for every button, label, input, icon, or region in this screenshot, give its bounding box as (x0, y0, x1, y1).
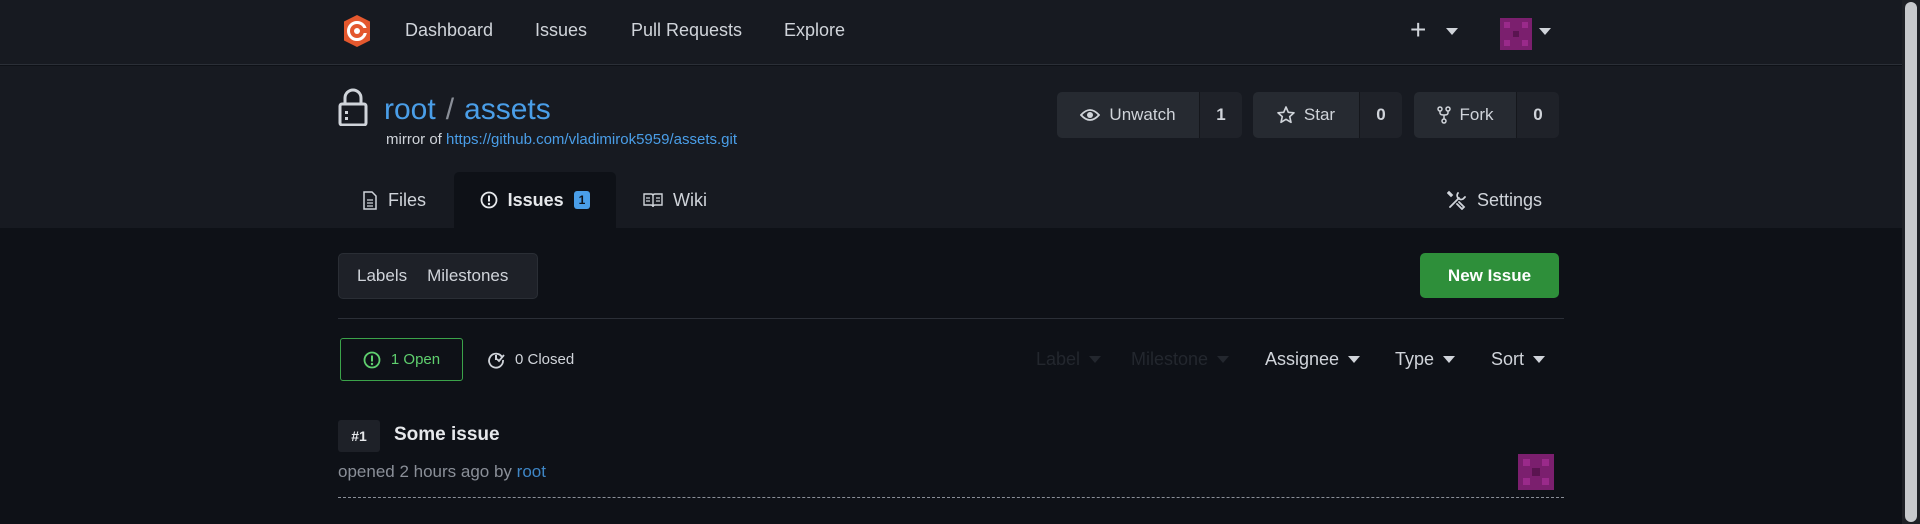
labels-milestones-nav: Labels Milestones (338, 253, 538, 299)
top-navbar: Dashboard Issues Pull Requests Explore + (0, 0, 1902, 65)
mirror-label: mirror of (386, 131, 442, 148)
gitea-logo-icon[interactable] (340, 14, 374, 48)
milestone-filter-dropdown[interactable]: Milestone (1131, 349, 1230, 370)
fork-button-group: Fork 0 (1414, 92, 1559, 138)
tab-issues-label: Issues (507, 189, 564, 210)
repo-owner-link[interactable]: root (384, 93, 436, 126)
chevron-down-icon (1089, 356, 1102, 363)
open-issues-filter[interactable]: 1 Open (340, 338, 463, 381)
tab-wiki-label: Wiki (673, 189, 707, 210)
book-icon (643, 193, 663, 208)
star-icon (1277, 106, 1295, 124)
tab-files[interactable]: Files (362, 172, 426, 228)
tab-settings[interactable]: Settings (1447, 172, 1542, 228)
tab-wiki[interactable]: Wiki (643, 172, 707, 228)
closed-count-label: 0 Closed (515, 351, 575, 368)
user-avatar[interactable] (1500, 18, 1532, 50)
labels-link[interactable]: Labels (339, 266, 425, 286)
issue-number: #1 (338, 420, 380, 452)
sort-text: Sort (1491, 349, 1525, 369)
create-new-plus-icon[interactable]: + (1410, 16, 1426, 44)
milestone-filter-text: Milestone (1131, 349, 1209, 369)
mirror-info: mirror of https://github.com/vladimirok5… (386, 131, 737, 148)
issue-title-link[interactable]: Some issue (394, 424, 500, 446)
nav-dashboard[interactable]: Dashboard (405, 20, 493, 41)
chevron-down-icon (1217, 356, 1230, 363)
mirror-url-link[interactable]: https://github.com/vladimirok5959/assets… (446, 131, 737, 148)
repo-title: root / assets (384, 93, 551, 127)
tools-icon (1447, 190, 1466, 210)
chevron-down-icon (1348, 356, 1361, 363)
chevron-down-icon (1443, 356, 1456, 363)
label-filter-dropdown[interactable]: Label (1036, 349, 1102, 370)
sort-dropdown[interactable]: Sort (1491, 349, 1546, 370)
new-issue-button[interactable]: New Issue (1420, 253, 1559, 298)
closed-issues-filter[interactable]: 0 Closed (487, 338, 574, 381)
tab-settings-label: Settings (1477, 189, 1543, 210)
forks-count[interactable]: 0 (1516, 92, 1559, 138)
issue-opened-icon (480, 191, 498, 209)
fork-button[interactable]: Fork (1414, 92, 1516, 138)
repo-header: root / assets mirror of https://github.com… (0, 66, 1902, 228)
repo-title-separator: / (445, 93, 455, 126)
eye-icon (1080, 109, 1101, 121)
issue-opened-icon (363, 351, 381, 368)
issue-closed-icon (488, 352, 505, 368)
unwatch-label: Unwatch (1109, 105, 1176, 124)
tab-files-label: Files (388, 189, 427, 210)
chevron-down-icon (1533, 356, 1546, 363)
stars-count[interactable]: 0 (1359, 92, 1402, 138)
fork-label: Fork (1459, 105, 1494, 124)
user-menu-chevron-down-icon[interactable] (1539, 28, 1551, 35)
nav-issues[interactable]: Issues (535, 20, 587, 41)
watch-button-group: Unwatch 1 (1057, 92, 1242, 138)
nav-pull-requests[interactable]: Pull Requests (631, 20, 742, 41)
assignee-filter-dropdown[interactable]: Assignee (1265, 349, 1361, 370)
issue-meta: opened 2 hours ago by root (338, 462, 546, 482)
star-button-group: Star 0 (1253, 92, 1402, 138)
watchers-count[interactable]: 1 (1199, 92, 1242, 138)
assignee-filter-text: Assignee (1265, 349, 1340, 369)
milestones-link[interactable]: Milestones (425, 266, 526, 286)
issue-author-link[interactable]: root (517, 462, 546, 481)
scrollbar-thumb[interactable] (1905, 2, 1917, 522)
type-filter-dropdown[interactable]: Type (1395, 349, 1456, 370)
open-count-label: 1 Open (390, 351, 441, 368)
avatar[interactable] (1518, 454, 1554, 490)
unwatch-button[interactable]: Unwatch (1057, 92, 1199, 138)
lock-icon (338, 88, 368, 126)
issue-meta-text: opened 2 hours ago by (338, 462, 512, 481)
file-icon (363, 190, 377, 210)
star-label: Star (1303, 105, 1336, 124)
label-filter-text: Label (1036, 349, 1081, 369)
fork-icon (1436, 106, 1451, 124)
create-menu-chevron-down-icon[interactable] (1446, 28, 1458, 35)
issue-row-separator (338, 497, 1564, 498)
star-button[interactable]: Star (1253, 92, 1359, 138)
nav-explore[interactable]: Explore (784, 20, 845, 41)
type-filter-text: Type (1395, 349, 1435, 369)
tab-issues[interactable]: Issues 1 (454, 172, 616, 228)
issues-count-badge: 1 (573, 191, 591, 209)
section-divider (338, 318, 1564, 319)
repo-name-link[interactable]: assets (464, 93, 551, 126)
